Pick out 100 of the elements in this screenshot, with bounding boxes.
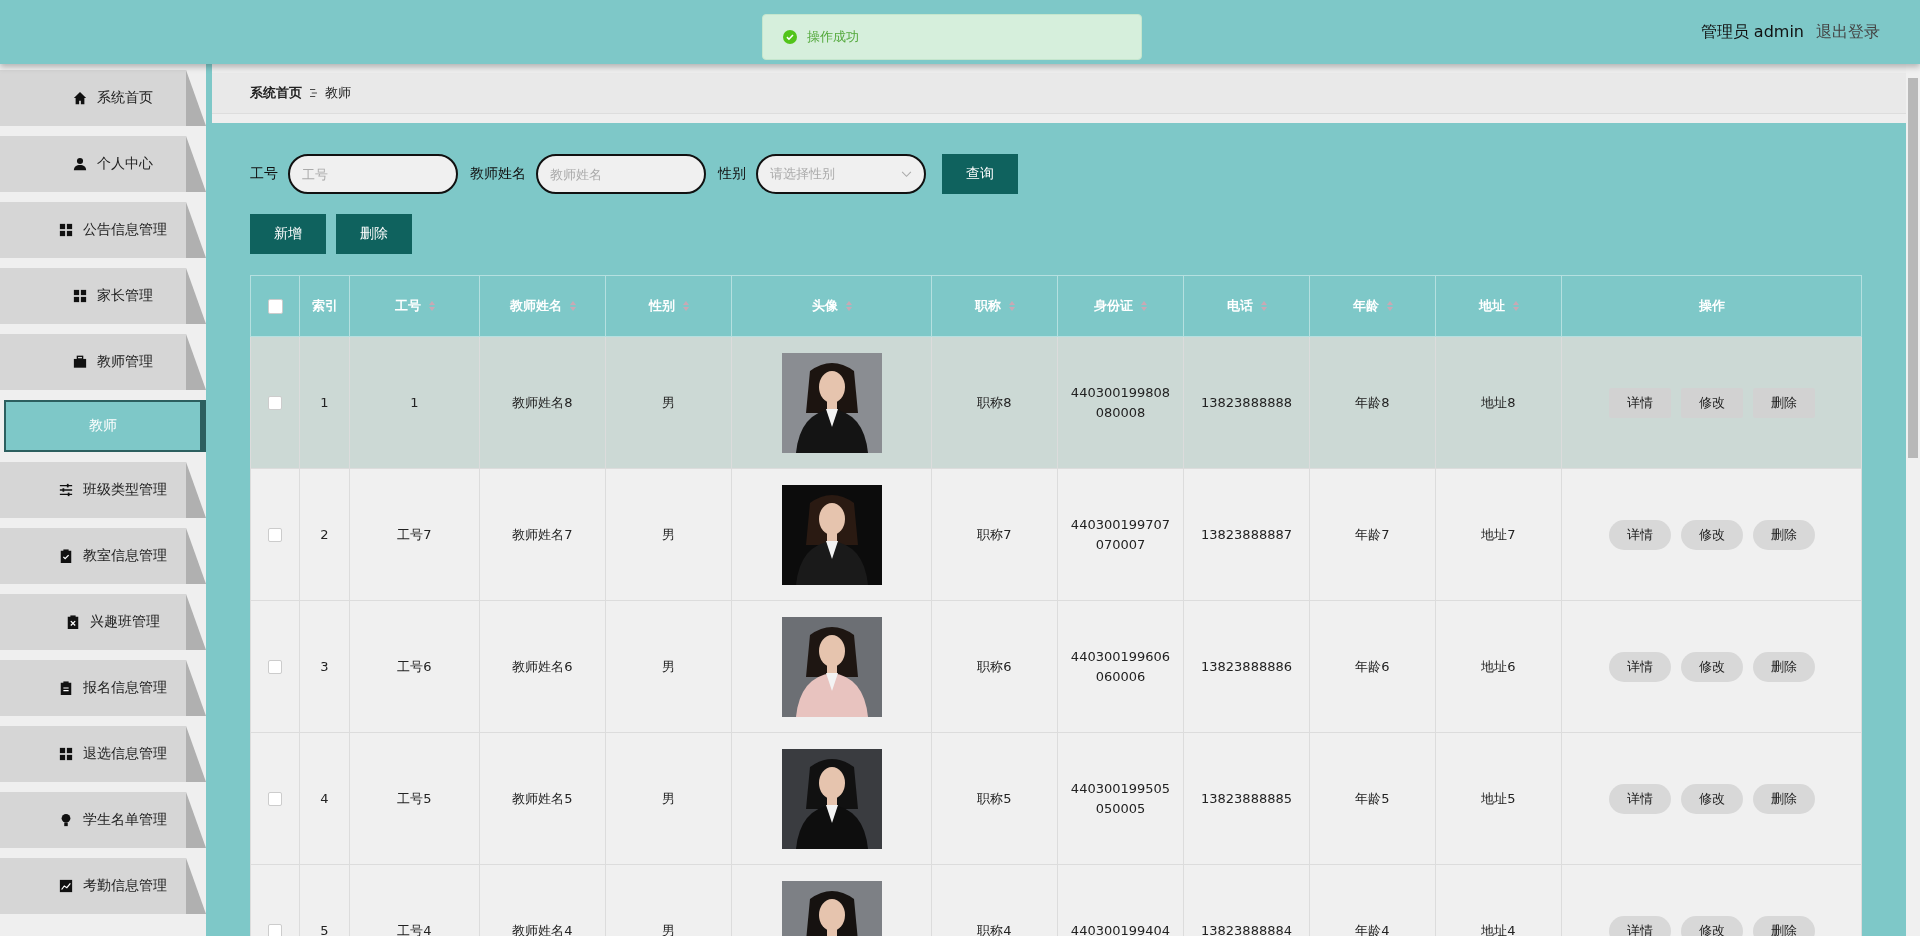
table-cell: 1 — [410, 395, 419, 410]
table-cell: 工号6 — [397, 657, 432, 676]
logout-link[interactable]: 退出登录 — [1816, 21, 1880, 43]
sort-icon[interactable] — [845, 301, 852, 311]
breadcrumb-link[interactable]: 系统首页 — [250, 84, 302, 102]
row-action-button[interactable]: 详情 — [1608, 915, 1671, 936]
table-cell: 4 — [320, 791, 329, 806]
table-cell: 工号4 — [397, 921, 432, 936]
search-button[interactable]: 查询 — [942, 154, 1018, 194]
home-icon — [73, 91, 87, 105]
row-checkbox[interactable] — [268, 792, 282, 807]
table-cell: 职称8 — [977, 393, 1012, 412]
sort-icon[interactable] — [569, 301, 576, 311]
lightbulb-icon — [59, 813, 73, 827]
table-cell: 年龄5 — [1355, 789, 1390, 808]
row-checkbox[interactable] — [268, 660, 282, 675]
grid-icon — [73, 289, 87, 303]
table-cell: 2 — [320, 527, 329, 542]
table-cell-text: 440300199505050005 — [1069, 780, 1172, 818]
table-cell: 职称7 — [977, 525, 1012, 544]
column-header: 年龄 — [1352, 297, 1379, 315]
table-cell-text: 440300199606060006 — [1069, 648, 1172, 686]
row-action-button[interactable]: 删除 — [1752, 651, 1815, 682]
toast-message: 操作成功 — [807, 28, 859, 46]
column-header: 工号 — [394, 297, 421, 315]
table-row[interactable]: 5 工号4 教师姓名4 男 职称4 440300199404 13823888884 年龄4 地址4 详情 修改 删除 — [250, 864, 1862, 936]
grid-icon — [59, 747, 73, 761]
column-header: 电话 — [1226, 297, 1253, 315]
field-label: 性别 — [718, 165, 746, 183]
row-action-button[interactable]: 删除 — [1752, 783, 1815, 814]
column-header: 教师姓名 — [509, 297, 562, 315]
table-cell: 地址4 — [1481, 921, 1516, 936]
chevron-down-icon — [901, 170, 912, 178]
column-header: 地址 — [1478, 297, 1505, 315]
input-field[interactable]: 工号 — [288, 154, 458, 194]
row-checkbox[interactable] — [268, 396, 282, 411]
action-button[interactable]: 删除 — [336, 214, 412, 254]
separator-icon — [310, 88, 317, 98]
row-action-button[interactable]: 删除 — [1752, 519, 1815, 550]
table-cell: 教师姓名7 — [512, 525, 573, 544]
row-action-button[interactable]: 详情 — [1608, 519, 1671, 550]
select-all-checkbox[interactable] — [267, 299, 283, 314]
table-cell: 男 — [662, 921, 675, 936]
table-row[interactable]: 3 工号6 教师姓名6 男 职称6 440300199606060006 13823888886 年龄6 地址6 详情 修改 删除 — [250, 600, 1862, 733]
column-header: 职称 — [974, 297, 1001, 315]
sort-icon[interactable] — [682, 301, 689, 311]
row-action-button[interactable]: 详情 — [1608, 783, 1671, 814]
sort-icon[interactable] — [1386, 301, 1393, 311]
row-checkbox[interactable] — [268, 528, 282, 543]
table-cell: 13823888884 — [1201, 923, 1292, 936]
column-header: 性别 — [648, 297, 675, 315]
sort-icon[interactable] — [1512, 301, 1519, 311]
table-cell: 职称5 — [977, 789, 1012, 808]
user-icon — [73, 157, 87, 171]
table-cell-text: 440300199707070007 — [1069, 516, 1172, 554]
table-cell-text: 440300199404 — [1070, 921, 1171, 936]
row-action-button[interactable]: 修改 — [1680, 651, 1743, 682]
table-cell: 工号7 — [397, 525, 432, 544]
table-cell: 地址6 — [1481, 657, 1516, 676]
row-action-button[interactable]: 修改 — [1680, 783, 1743, 814]
row-action-button[interactable]: 删除 — [1752, 915, 1815, 936]
table-cell: 年龄7 — [1355, 525, 1390, 544]
table-row[interactable]: 1 1 教师姓名8 男 职称8 440300199808080008 13823888888 年龄8 地址8 详情 修改 删除 — [250, 336, 1862, 469]
sort-icon[interactable] — [1141, 301, 1147, 311]
check-circle-icon — [783, 30, 797, 44]
field-label: 教师姓名 — [470, 165, 526, 183]
table-cell: 男 — [662, 657, 675, 676]
row-action-button[interactable]: 修改 — [1680, 519, 1743, 550]
table-cell: 男 — [662, 393, 675, 412]
table-row[interactable]: 2 工号7 教师姓名7 男 职称7 440300199707070007 13823888887 年龄7 地址7 详情 修改 删除 — [250, 468, 1862, 601]
table-cell: 工号5 — [397, 789, 432, 808]
column-header: 索引 — [311, 297, 338, 315]
table-cell: 年龄4 — [1355, 921, 1390, 936]
action-button[interactable]: 新增 — [250, 214, 326, 254]
row-action-button[interactable]: 修改 — [1680, 915, 1743, 936]
table-cell: 教师姓名4 — [512, 921, 573, 936]
table-cell: 地址7 — [1481, 525, 1516, 544]
table-cell: 13823888885 — [1201, 791, 1292, 806]
row-checkbox[interactable] — [268, 924, 282, 936]
row-action-button[interactable]: 删除 — [1752, 387, 1815, 418]
table-cell: 职称6 — [977, 657, 1012, 676]
table-cell: 男 — [662, 789, 675, 808]
sort-icon[interactable] — [1260, 301, 1267, 311]
table-row[interactable]: 4 工号5 教师姓名5 男 职称5 440300199505050005 13823888885 年龄5 地址5 详情 修改 删除 — [250, 732, 1862, 865]
grid-icon — [59, 223, 73, 237]
scrollbar-thumb[interactable] — [1908, 78, 1918, 458]
table-cell: 男 — [662, 525, 675, 544]
row-action-button[interactable]: 修改 — [1680, 387, 1743, 418]
row-action-button[interactable]: 详情 — [1608, 387, 1671, 418]
sort-icon[interactable] — [1008, 301, 1015, 311]
row-action-button[interactable]: 详情 — [1608, 651, 1671, 682]
sort-icon[interactable] — [428, 301, 435, 311]
column-header: 操作 — [1698, 297, 1725, 315]
breadcrumb-link[interactable]: 教师 — [325, 84, 351, 102]
clipboard-icon — [59, 681, 73, 695]
column-header: 头像 — [811, 297, 838, 315]
column-header: 身份证 — [1094, 297, 1133, 315]
input-field[interactable]: 教师姓名 — [536, 154, 706, 194]
table-cell: 地址5 — [1481, 789, 1516, 808]
table-cell: 5 — [320, 923, 329, 936]
